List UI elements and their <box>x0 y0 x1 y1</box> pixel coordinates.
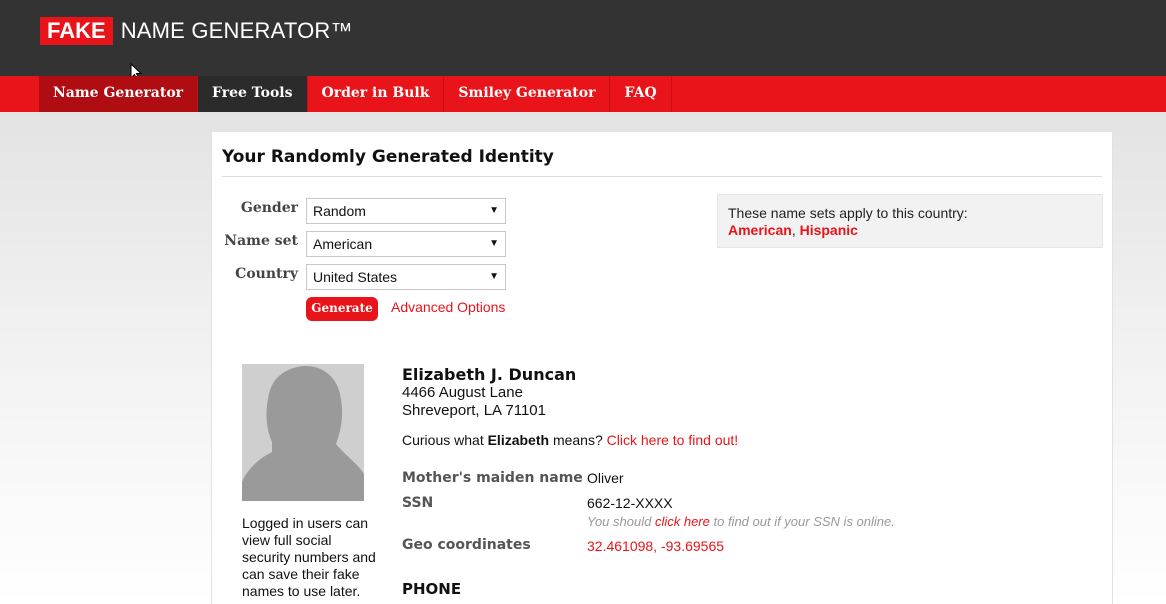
logo-fake-badge: FAKE <box>40 17 113 45</box>
name-meaning-prompt: Curious what Elizabeth means? Click here… <box>402 432 738 448</box>
identity-card: Your Randomly Generated Identity Gender … <box>211 131 1113 604</box>
country-select-value: United States <box>313 269 398 285</box>
country-select[interactable]: United States ▼ <box>306 264 506 290</box>
page-title: Your Randomly Generated Identity <box>222 147 554 167</box>
nameset-select[interactable]: American ▼ <box>306 231 506 257</box>
ssn-label: SSN <box>402 495 434 511</box>
avatar <box>242 364 364 501</box>
gender-label: Gender <box>240 200 298 216</box>
generate-button[interactable]: Generate <box>306 297 378 321</box>
gender-select-value: Random <box>313 203 366 219</box>
nameset-separator: , <box>791 222 800 238</box>
curious-first-name: Elizabeth <box>487 432 550 448</box>
site-logo[interactable]: FAKE NAME GENERATOR™ <box>40 17 353 45</box>
country-name-sets-box: These name sets apply to this country: A… <box>717 194 1103 248</box>
ssn-note-suffix: to find out if your SSN is online. <box>709 514 895 529</box>
country-info-text: These name sets apply to this country: <box>728 205 968 221</box>
logo-title: NAME GENERATOR™ <box>120 18 353 43</box>
ssn-note: You should click here to find out if you… <box>587 514 895 529</box>
address-line-1: 4466 August Lane <box>402 384 523 401</box>
ssn-note-prefix: You should <box>587 514 655 529</box>
nameset-link-american[interactable]: American <box>728 222 792 238</box>
advanced-options-link[interactable]: Advanced Options <box>391 299 505 315</box>
curious-prefix: Curious what <box>402 432 488 448</box>
maiden-name-value: Oliver <box>587 470 624 486</box>
phone-section-heading: PHONE <box>402 580 462 598</box>
nav-faq[interactable]: FAQ <box>610 76 672 112</box>
curious-mid: means? <box>549 432 607 448</box>
nav-name-generator[interactable]: Name Generator <box>39 76 199 112</box>
title-divider <box>222 176 1102 177</box>
top-header: FAKE NAME GENERATOR™ <box>0 0 1166 81</box>
geo-coordinates-link[interactable]: 32.461098, -93.69565 <box>587 538 724 554</box>
nav-order-in-bulk[interactable]: Order in Bulk <box>308 76 445 112</box>
nameset-select-value: American <box>313 236 373 252</box>
geo-coordinates-label: Geo coordinates <box>402 537 531 553</box>
ssn-value: 662-12-XXXX <box>587 495 673 511</box>
name-meaning-link[interactable]: Click here to find out! <box>607 432 739 448</box>
dropdown-arrow-icon: ▼ <box>489 271 499 282</box>
nav-free-tools[interactable]: Free Tools <box>198 76 308 112</box>
maiden-name-label: Mother's maiden name <box>402 470 583 486</box>
ssn-check-link[interactable]: click here <box>655 514 710 529</box>
nav-smiley-generator[interactable]: Smiley Generator <box>444 76 611 112</box>
country-label: Country <box>235 266 298 282</box>
gender-select[interactable]: Random ▼ <box>306 198 506 224</box>
nameset-link-hispanic[interactable]: Hispanic <box>800 222 858 238</box>
dropdown-arrow-icon: ▼ <box>489 205 499 216</box>
nameset-label: Name set <box>224 233 298 249</box>
login-note: Logged in users can view full social sec… <box>242 515 376 599</box>
address-line-2: Shreveport, LA 71101 <box>402 402 546 419</box>
identity-name: Elizabeth J. Duncan <box>402 365 577 384</box>
person-silhouette-icon <box>242 366 364 501</box>
main-nav: Name Generator Free Tools Order in Bulk … <box>0 76 1166 112</box>
dropdown-arrow-icon: ▼ <box>489 238 499 249</box>
